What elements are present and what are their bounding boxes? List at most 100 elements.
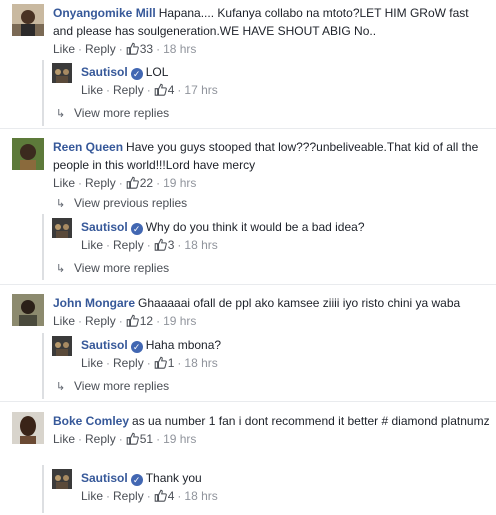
thumbs-up-icon: [154, 356, 167, 369]
avatar-photo-icon: [52, 336, 72, 356]
like-count-value: 3: [167, 238, 175, 252]
like-link[interactable]: Like: [53, 42, 75, 56]
reply-thread-line: [42, 214, 44, 280]
like-link[interactable]: Like: [81, 238, 103, 252]
like-count[interactable]: 1: [154, 356, 175, 370]
reply-text: Thank you: [145, 471, 202, 485]
like-count-value: 4: [167, 83, 175, 97]
timestamp[interactable]: 18 hrs: [163, 42, 196, 56]
reply-arrow-icon: ↳: [56, 263, 66, 275]
like-count-value: 22: [139, 176, 154, 190]
reply-thread-line: [42, 60, 44, 126]
thumbs-up-icon: [154, 489, 167, 502]
reply-text: Haha mbona?: [145, 338, 222, 352]
like-count[interactable]: 4: [154, 83, 175, 97]
avatar[interactable]: [52, 218, 72, 238]
like-count[interactable]: 33: [126, 42, 153, 56]
timestamp[interactable]: 19 hrs: [163, 176, 196, 190]
reply-link[interactable]: Reply: [85, 432, 116, 446]
comment-author[interactable]: Reen Queen: [53, 140, 123, 154]
thumbs-up-icon: [126, 42, 139, 55]
reply-thread-line: [42, 333, 44, 399]
avatar-photo-icon: [52, 469, 72, 489]
avatar[interactable]: [52, 469, 72, 489]
like-link[interactable]: Like: [81, 356, 103, 370]
like-count-value: 51: [139, 432, 154, 446]
thread-divider: [0, 128, 496, 129]
reply-link[interactable]: Reply: [113, 489, 144, 503]
like-count[interactable]: 51: [126, 432, 153, 446]
timestamp[interactable]: 19 hrs: [163, 314, 196, 328]
reply-link[interactable]: Reply: [113, 356, 144, 370]
reply-author[interactable]: Sautisol: [81, 220, 128, 234]
reply-link[interactable]: Reply: [85, 314, 116, 328]
reply-author[interactable]: Sautisol: [81, 338, 128, 352]
thumbs-up-icon: [126, 176, 139, 189]
reply-link[interactable]: Reply: [85, 176, 116, 190]
like-link[interactable]: Like: [53, 314, 75, 328]
view-more-replies[interactable]: ↳ View more replies: [56, 377, 169, 396]
like-count-value: 4: [167, 489, 175, 503]
timestamp[interactable]: 18 hrs: [184, 356, 217, 370]
reply-link[interactable]: Reply: [113, 238, 144, 252]
like-count-value: 33: [139, 42, 154, 56]
view-previous-replies[interactable]: ↳ View previous replies: [56, 194, 187, 213]
reply-actions: Like · Reply · 1 · 18 hrs: [81, 356, 218, 370]
avatar[interactable]: [52, 63, 72, 83]
verified-badge-icon: ✓: [130, 223, 143, 235]
avatar[interactable]: [52, 336, 72, 356]
avatar-photo-icon: [12, 294, 44, 326]
like-link[interactable]: Like: [81, 83, 103, 97]
comment-text: Ghaaaaai ofall de ppl ako kamsee ziiii i…: [138, 296, 461, 310]
timestamp[interactable]: 17 hrs: [184, 83, 217, 97]
thread-divider: [0, 401, 496, 402]
reply-author[interactable]: Sautisol: [81, 471, 128, 485]
thumbs-up-icon: [154, 83, 167, 96]
view-more-replies-label: View more replies: [74, 379, 170, 393]
avatar[interactable]: [12, 4, 44, 36]
avatar[interactable]: [12, 294, 44, 326]
timestamp[interactable]: 18 hrs: [184, 489, 217, 503]
comment-text: as ua number 1 fan i dont recommend it b…: [132, 414, 490, 428]
timestamp[interactable]: 19 hrs: [163, 432, 196, 446]
comment-actions: Like · Reply · 12 · 19 hrs: [53, 314, 197, 328]
avatar-photo-icon: [52, 63, 72, 83]
like-count[interactable]: 12: [126, 314, 153, 328]
like-count[interactable]: 22: [126, 176, 153, 190]
avatar[interactable]: [12, 412, 44, 444]
reply-actions: Like · Reply · 4 · 17 hrs: [81, 83, 218, 97]
comment-author[interactable]: John Mongare: [53, 296, 135, 310]
view-more-replies[interactable]: ↳ View more replies: [56, 104, 169, 123]
avatar-photo-icon: [52, 218, 72, 238]
thumbs-up-icon: [154, 238, 167, 251]
like-count-value: 12: [139, 314, 154, 328]
reply-link[interactable]: Reply: [85, 42, 116, 56]
like-link[interactable]: Like: [53, 176, 75, 190]
avatar-photo-icon: [12, 412, 44, 444]
reply-arrow-icon: ↳: [56, 108, 66, 120]
reply-arrow-icon: ↳: [56, 381, 66, 393]
like-count[interactable]: 3: [154, 238, 175, 252]
timestamp[interactable]: 18 hrs: [184, 238, 217, 252]
reply-actions: Like · Reply · 3 · 18 hrs: [81, 238, 218, 252]
reply-text: LOL: [145, 65, 169, 79]
reply-thread-line: [42, 465, 44, 513]
verified-badge-icon: ✓: [130, 474, 143, 486]
comment-actions: Like · Reply · 33 · 18 hrs: [53, 42, 197, 56]
avatar[interactable]: [12, 138, 44, 170]
like-count[interactable]: 4: [154, 489, 175, 503]
comment-author[interactable]: Onyangomike Mill: [53, 6, 156, 20]
like-count-value: 1: [167, 356, 175, 370]
verified-badge-icon: ✓: [130, 68, 143, 80]
view-more-replies[interactable]: ↳ View more replies: [56, 259, 169, 278]
like-link[interactable]: Like: [53, 432, 75, 446]
like-link[interactable]: Like: [81, 489, 103, 503]
avatar-photo-icon: [12, 138, 44, 170]
view-previous-replies-label: View previous replies: [74, 196, 188, 210]
reply-link[interactable]: Reply: [113, 83, 144, 97]
reply-author[interactable]: Sautisol: [81, 65, 128, 79]
reply-text: Why do you think it would be a bad idea?: [145, 220, 365, 234]
comment-author[interactable]: Boke Comley: [53, 414, 129, 428]
comment-actions: Like · Reply · 22 · 19 hrs: [53, 176, 197, 190]
verified-badge-icon: ✓: [130, 341, 143, 353]
